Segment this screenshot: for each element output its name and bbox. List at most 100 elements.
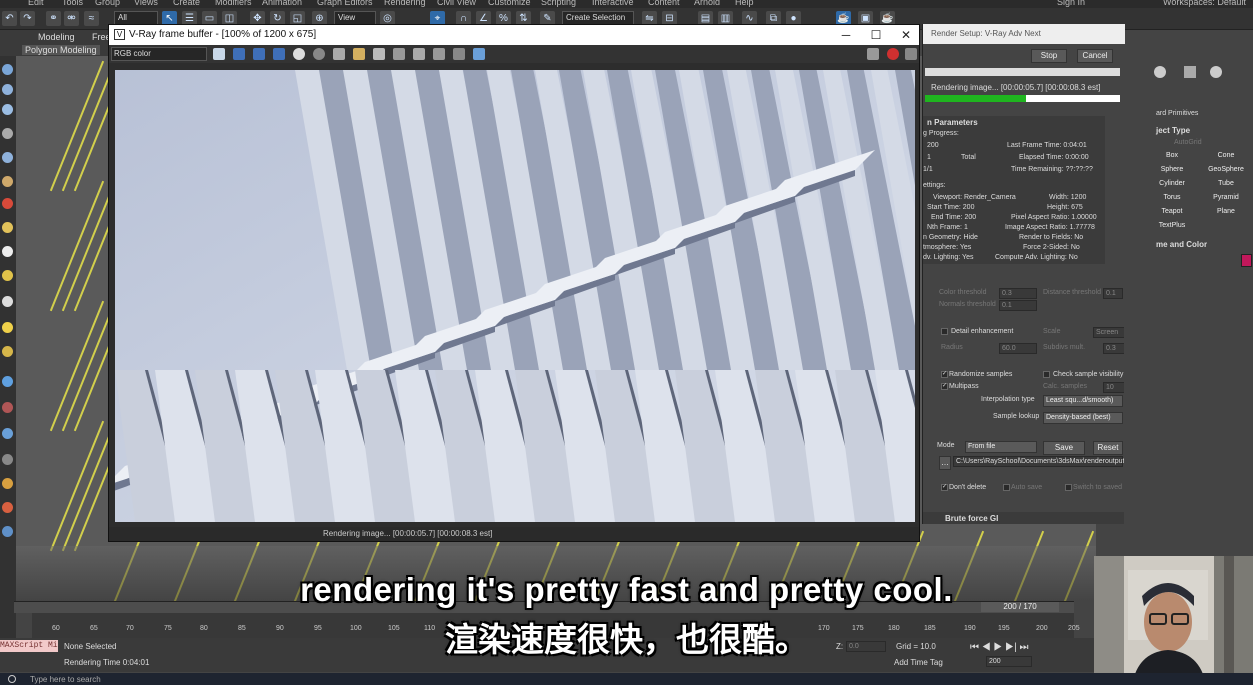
menu-item-graph-editors[interactable]: Graph Editors [317, 0, 373, 7]
stop-render-icon[interactable] [887, 48, 899, 60]
toolbar-icon-13[interactable] [2, 346, 13, 357]
region-render-icon[interactable] [433, 48, 445, 60]
menu-item-scripting[interactable]: Scripting [541, 0, 576, 7]
color-picker-icon[interactable] [213, 48, 225, 60]
menu-item-tools[interactable]: Tools [62, 0, 83, 7]
toolbar-icon-10[interactable] [2, 270, 13, 281]
monochrome-icon[interactable] [313, 48, 325, 60]
stop-button[interactable]: Stop [1031, 49, 1067, 63]
interpolation-type-dropdown[interactable]: Least squ...d/smooth) [1043, 395, 1123, 407]
named-selection-set-input[interactable]: Create Selection Se [562, 11, 634, 34]
toolbar-icon-19[interactable] [2, 502, 13, 513]
maximize-button[interactable]: ☐ [863, 27, 889, 43]
browse-button[interactable]: … [939, 456, 951, 470]
menu-item-civil-view[interactable]: Civil View [437, 0, 476, 7]
sign-in-link[interactable]: Sign In [1057, 0, 1085, 7]
toolbar-icon-6[interactable] [2, 176, 13, 187]
scale-dropdown[interactable]: Screen [1093, 327, 1125, 338]
hierarchy-panel-icon[interactable] [1210, 66, 1222, 78]
menu-item-animation[interactable]: Animation [262, 0, 302, 7]
menu-item-views[interactable]: Views [134, 0, 158, 7]
menu-item-group[interactable]: Group [95, 0, 120, 7]
workspace-selector[interactable]: Workspaces: Default [1163, 0, 1246, 7]
toolbar-icon-8[interactable] [2, 222, 13, 233]
menu-item-help[interactable]: Help [735, 0, 754, 7]
toolbar-icon-14[interactable] [2, 376, 13, 387]
bind-space-warp-icon[interactable]: ≈ [84, 11, 99, 26]
green-channel-icon[interactable] [253, 48, 265, 60]
polygon-modeling-panel[interactable]: Polygon Modeling [22, 45, 100, 55]
primitive-geosphere-button[interactable]: GeoSphere [1200, 164, 1252, 176]
toolbar-icon-20[interactable] [2, 526, 13, 537]
primitive-cone-button[interactable]: Cone [1200, 150, 1252, 162]
sample-lookup-dropdown[interactable]: Density-based (best) [1043, 412, 1123, 424]
menu-item-modifiers[interactable]: Modifiers [215, 0, 252, 7]
red-channel-icon[interactable] [233, 48, 245, 60]
primitive-teapot-button[interactable]: Teapot [1146, 206, 1198, 218]
distance-threshold-field[interactable]: 0.1 [1103, 288, 1123, 299]
redo-icon[interactable]: ↷ [20, 11, 35, 26]
history-icon[interactable] [473, 48, 485, 60]
render-setup-title[interactable]: Render Setup: V-Ray Adv Next [923, 24, 1125, 44]
link-icon[interactable]: ⚭ [46, 11, 61, 26]
primitive-tube-button[interactable]: Tube [1200, 178, 1252, 190]
minimize-button[interactable]: ─ [833, 27, 859, 43]
channel-dropdown[interactable]: RGB color [111, 47, 207, 61]
primitive-cylinder-button[interactable]: Cylinder [1146, 178, 1198, 190]
clear-image-icon[interactable] [373, 48, 385, 60]
multipass-checkbox[interactable]: ✓ [941, 383, 948, 390]
toolbar-icon-3[interactable] [2, 104, 13, 115]
toolbar-icon-5[interactable] [2, 152, 13, 163]
randomize-samples-checkbox[interactable]: ✓ [941, 371, 948, 378]
taskbar-search[interactable]: Type here to search [30, 675, 101, 684]
selection-filter-dropdown[interactable]: All [114, 11, 158, 25]
brute-force-rollout[interactable]: Brute force GI [923, 512, 1125, 524]
menu-item-rendering[interactable]: Rendering [384, 0, 426, 7]
auto-save-checkbox[interactable] [1003, 484, 1010, 491]
toolbar-icon-4[interactable] [2, 128, 13, 139]
primitive-textplus-button[interactable]: TextPlus [1146, 220, 1198, 232]
color-threshold-field[interactable]: 0.3 [999, 288, 1037, 299]
toolbar-icon-9[interactable] [2, 246, 13, 257]
menu-item-interactive[interactable]: Interactive [592, 0, 634, 7]
toolbar-icon-2[interactable] [2, 84, 13, 95]
primitive-torus-button[interactable]: Torus [1146, 192, 1198, 204]
dont-delete-checkbox[interactable]: ✓ [941, 484, 948, 491]
render-last-icon[interactable] [867, 48, 879, 60]
toolbar-icon-11[interactable] [2, 296, 13, 307]
load-image-icon[interactable] [353, 48, 365, 60]
close-button[interactable]: ✕ [893, 27, 919, 43]
vfb-titlebar[interactable]: V V-Ray frame buffer - [100% of 1200 x 6… [109, 25, 919, 45]
reference-coordinate-dropdown[interactable]: View [334, 11, 376, 25]
blue-channel-icon[interactable] [273, 48, 285, 60]
menu-item-arnold[interactable]: Arnold [694, 0, 720, 7]
mode-dropdown[interactable]: From file [965, 441, 1037, 453]
normals-threshold-field[interactable]: 0.1 [999, 300, 1037, 311]
toolbar-icon-1[interactable] [2, 64, 13, 75]
menu-item-create[interactable]: Create [173, 0, 200, 7]
alpha-channel-icon[interactable] [293, 48, 305, 60]
save-button[interactable]: Save [1043, 441, 1085, 455]
subdivs-mult-field[interactable]: 0.3 [1103, 343, 1125, 354]
detail-enhancement-checkbox[interactable] [941, 328, 948, 335]
calc-samples-field[interactable]: 10 [1103, 382, 1125, 393]
rendered-image[interactable] [115, 70, 915, 522]
radius-field[interactable]: 60.0 [999, 343, 1037, 354]
primitive-pyramid-button[interactable]: Pyramid [1200, 192, 1252, 204]
toolbar-icon-17[interactable] [2, 454, 13, 465]
reset-button[interactable]: Reset [1093, 441, 1123, 455]
duplicate-to-max-fb-icon[interactable] [393, 48, 405, 60]
modify-panel-icon[interactable] [1184, 66, 1196, 78]
object-color-swatch[interactable] [1241, 254, 1252, 267]
search-icon[interactable] [8, 675, 16, 683]
menu-item-edit[interactable]: Edit [28, 0, 44, 7]
create-panel-icon[interactable] [1154, 66, 1166, 78]
primitive-category[interactable]: ard Primitives [1156, 110, 1198, 117]
render-icon[interactable] [905, 48, 917, 60]
undo-icon[interactable]: ↶ [2, 11, 17, 26]
switch-saved-map-checkbox[interactable] [1065, 484, 1072, 491]
irradiance-file-path[interactable]: C:\Users\RaySchool\Documents\3dsMax\rend… [953, 456, 1128, 467]
unlink-icon[interactable]: ⚮ [64, 11, 79, 26]
primitive-plane-button[interactable]: Plane [1200, 206, 1252, 218]
primitive-box-button[interactable]: Box [1146, 150, 1198, 162]
